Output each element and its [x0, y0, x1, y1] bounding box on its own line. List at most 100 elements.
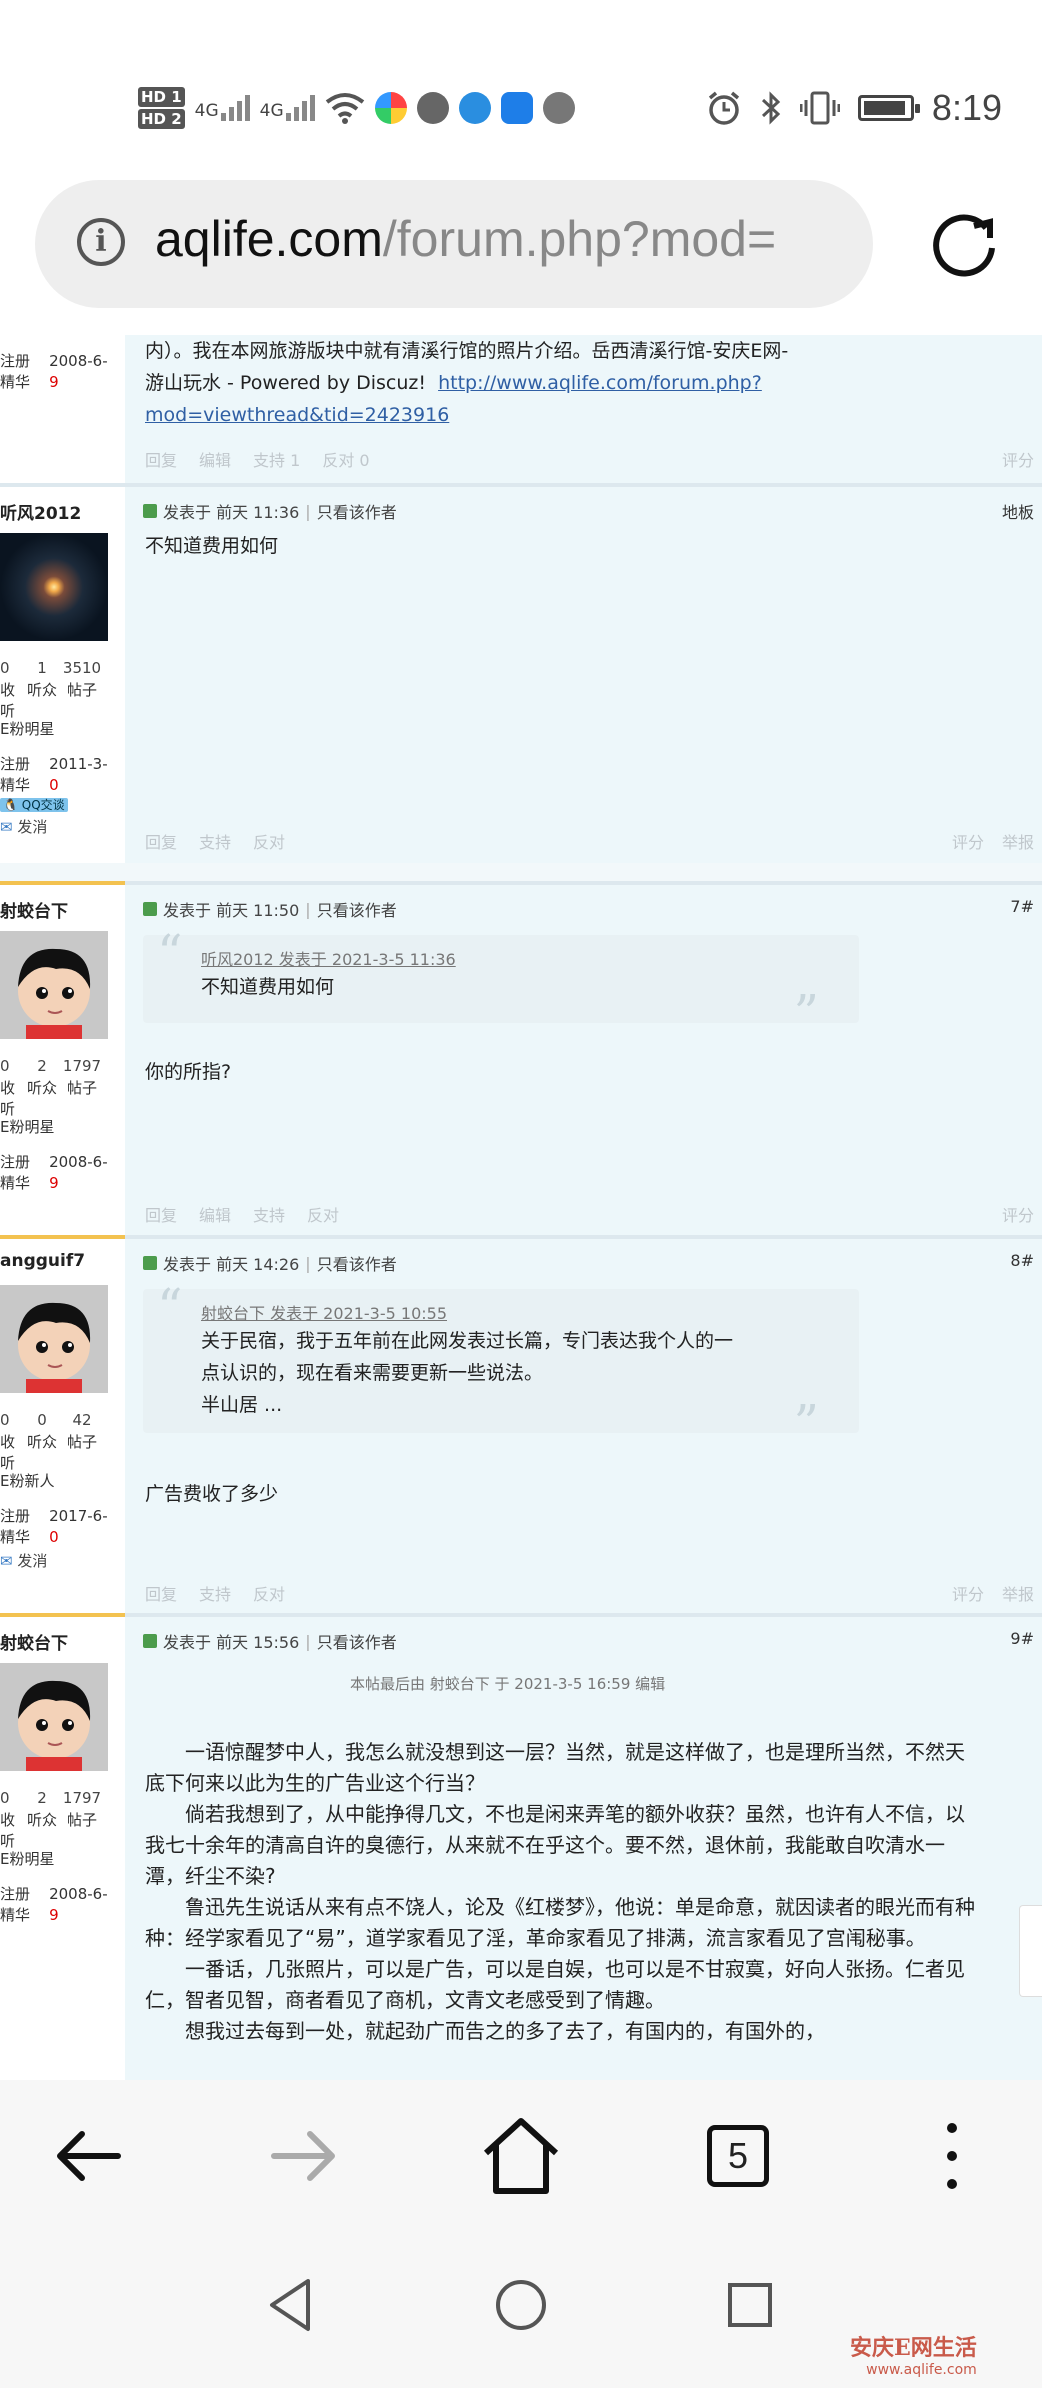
maps-app-icon [500, 92, 533, 124]
post-actions: 回复 编辑 支持 反对 [145, 1202, 339, 1226]
home-button[interactable] [473, 2108, 569, 2204]
send-message-button[interactable]: ✉ 发消 [0, 1551, 47, 1572]
quote-open-icon: “ [157, 1278, 183, 1336]
rate-button[interactable]: 评分 [952, 1581, 984, 1605]
oppose-button[interactable]: 反对 [253, 1581, 285, 1605]
meta-label: 精华 [0, 776, 31, 794]
only-author-link[interactable]: 只看该作者 [317, 1251, 397, 1275]
edit-button[interactable]: 编辑 [199, 1202, 231, 1226]
meta-label: 精华 [0, 1528, 31, 1546]
qq-chat-button[interactable]: 🐧 QQ交谈 [0, 795, 68, 816]
edit-notice: 本帖最后由 射蛟台下 于 2021-3-5 16:59 编辑 [350, 1675, 666, 1693]
username[interactable]: 射蛟台下 [0, 1629, 68, 1654]
reply-button[interactable]: 回复 [145, 829, 177, 853]
reload-icon[interactable] [928, 208, 1002, 282]
reply-button[interactable]: 回复 [145, 1202, 177, 1226]
system-back-button[interactable] [255, 2270, 325, 2340]
rate-button[interactable]: 评分 [1002, 1202, 1034, 1226]
floor-number[interactable]: 地板 [1002, 499, 1034, 523]
text-line: 内）。我在本网旅游版块中就有清溪行馆的照片介绍。岳西清溪行馆-安庆E网- [145, 340, 789, 362]
username[interactable]: 听风2012 [0, 499, 81, 524]
online-status-icon [143, 504, 157, 518]
home-icon [483, 2118, 559, 2194]
menu-button[interactable] [904, 2108, 1000, 2204]
only-author-link[interactable]: 只看该作者 [317, 1629, 397, 1653]
quote-text: 半山居 ... [201, 1394, 283, 1416]
post-time: 发表于 前天 11:50 [163, 901, 300, 920]
article-paragraph: 倘若我想到了，从中能挣得几文，不也是闲来弄笔的额外收获？虽然，也许有人不信，以我… [145, 1802, 965, 1888]
battery-icon [857, 95, 920, 121]
meta-value: 0 [49, 776, 59, 794]
support-button[interactable]: 支持 1 [253, 447, 300, 471]
stat-value: 0 [0, 1411, 10, 1429]
quote-source-link[interactable]: 射蛟台下 发表于 2021-3-5 10:55 [201, 1303, 839, 1325]
forward-button[interactable] [256, 2108, 352, 2204]
oppose-button[interactable]: 反对 [307, 1202, 339, 1226]
signal-bars-icon [220, 95, 250, 121]
floating-side-tab[interactable] [1019, 1905, 1042, 1997]
oppose-button[interactable]: 反对 0 [322, 447, 369, 471]
stat-label: 帖子 [66, 1811, 97, 1829]
send-message-button[interactable]: ✉ 发消 [0, 817, 47, 838]
only-author-link[interactable]: 只看该作者 [317, 897, 397, 921]
info-icon[interactable]: i [77, 218, 125, 266]
meta-label: 注册 [0, 1507, 31, 1525]
stat-label: 收听 [0, 1811, 16, 1850]
thread-link[interactable]: mod=viewthread&tid=2423916 [145, 399, 1025, 431]
online-status-icon [143, 1634, 157, 1648]
send-message-label: 发消 [17, 1552, 48, 1570]
post-time: 发表于 前天 15:56 [163, 1633, 300, 1652]
avatar[interactable] [0, 1285, 108, 1393]
report-button[interactable]: 举报 [1002, 829, 1034, 853]
avatar[interactable] [0, 533, 108, 641]
rate-button[interactable]: 评分 [1002, 447, 1034, 471]
meta-label: 精华 [0, 1906, 31, 1924]
support-button[interactable]: 支持 [253, 1202, 285, 1226]
tabs-button[interactable]: 5 [690, 2108, 786, 2204]
username[interactable]: angguif7 [0, 1251, 85, 1271]
stat-value: 0 [0, 1789, 10, 1807]
back-button[interactable] [40, 2108, 136, 2204]
edit-button[interactable]: 编辑 [199, 447, 231, 471]
status-right-icons: 8:19 [706, 86, 1002, 130]
post-time: 发表于 前天 14:26 [163, 1255, 300, 1274]
user-stats: 0 2 1797 收听 听众 帖子 [0, 1789, 120, 1851]
quote-source-link[interactable]: 听风2012 发表于 2021-3-5 11:36 [201, 949, 839, 971]
stat-value: 42 [72, 1411, 92, 1429]
floor-number[interactable]: 9# [1010, 1629, 1034, 1648]
post-content: 广告费收了多少 [145, 1483, 279, 1505]
compass-app-icon [542, 92, 575, 124]
username[interactable]: 射蛟台下 [0, 897, 68, 922]
thread-link[interactable]: http://www.aqlife.com/forum.php? [438, 372, 762, 394]
post-text: 内）。我在本网旅游版块中就有清溪行馆的照片介绍。岳西清溪行馆-安庆E网- 游山玩… [145, 335, 1025, 431]
system-recents-button[interactable] [715, 2270, 785, 2340]
post-header: 发表于 前天 14:26 | 只看该作者 [143, 1251, 397, 1275]
wechat-icon [416, 92, 449, 124]
oppose-button[interactable]: 反对 [253, 829, 285, 853]
system-home-button[interactable] [486, 2270, 556, 2340]
reply-button[interactable]: 回复 [145, 447, 177, 471]
meta-label: 注册 [0, 1885, 31, 1903]
only-author-link[interactable]: 只看该作者 [317, 499, 397, 523]
floor-number[interactable]: 8# [1010, 1251, 1034, 1270]
signal-bars-icon [285, 95, 315, 121]
rate-button[interactable]: 评分 [952, 829, 984, 853]
forum-thread: 注册 2008-6- 精华 9 内）。我在本网旅游版块中就有清溪行馆的照片介绍。… [0, 335, 1042, 2080]
meta-value: 2008-6- [49, 352, 108, 370]
support-button[interactable]: 支持 [199, 829, 231, 853]
watermark-site: www.aqlife.com [866, 2362, 977, 2378]
url-text[interactable]: aqlife.com/forum.php?mod= [155, 210, 855, 268]
stat-label: 听众 [26, 1811, 57, 1829]
meta-value: 9 [49, 1174, 59, 1192]
photos-app-icon [374, 92, 407, 124]
avatar[interactable] [0, 1663, 108, 1771]
circle-home-icon [496, 2280, 546, 2330]
floor-number[interactable]: 7# [1010, 897, 1034, 916]
avatar[interactable] [0, 931, 108, 1039]
reply-button[interactable]: 回复 [145, 1581, 177, 1605]
user-rank: E粉明星 [0, 1118, 55, 1136]
support-button[interactable]: 支持 [199, 1581, 231, 1605]
address-bar[interactable]: i aqlife.com/forum.php?mod= [35, 180, 873, 308]
report-button[interactable]: 举报 [1002, 1581, 1034, 1605]
bluetooth-icon [761, 91, 781, 125]
